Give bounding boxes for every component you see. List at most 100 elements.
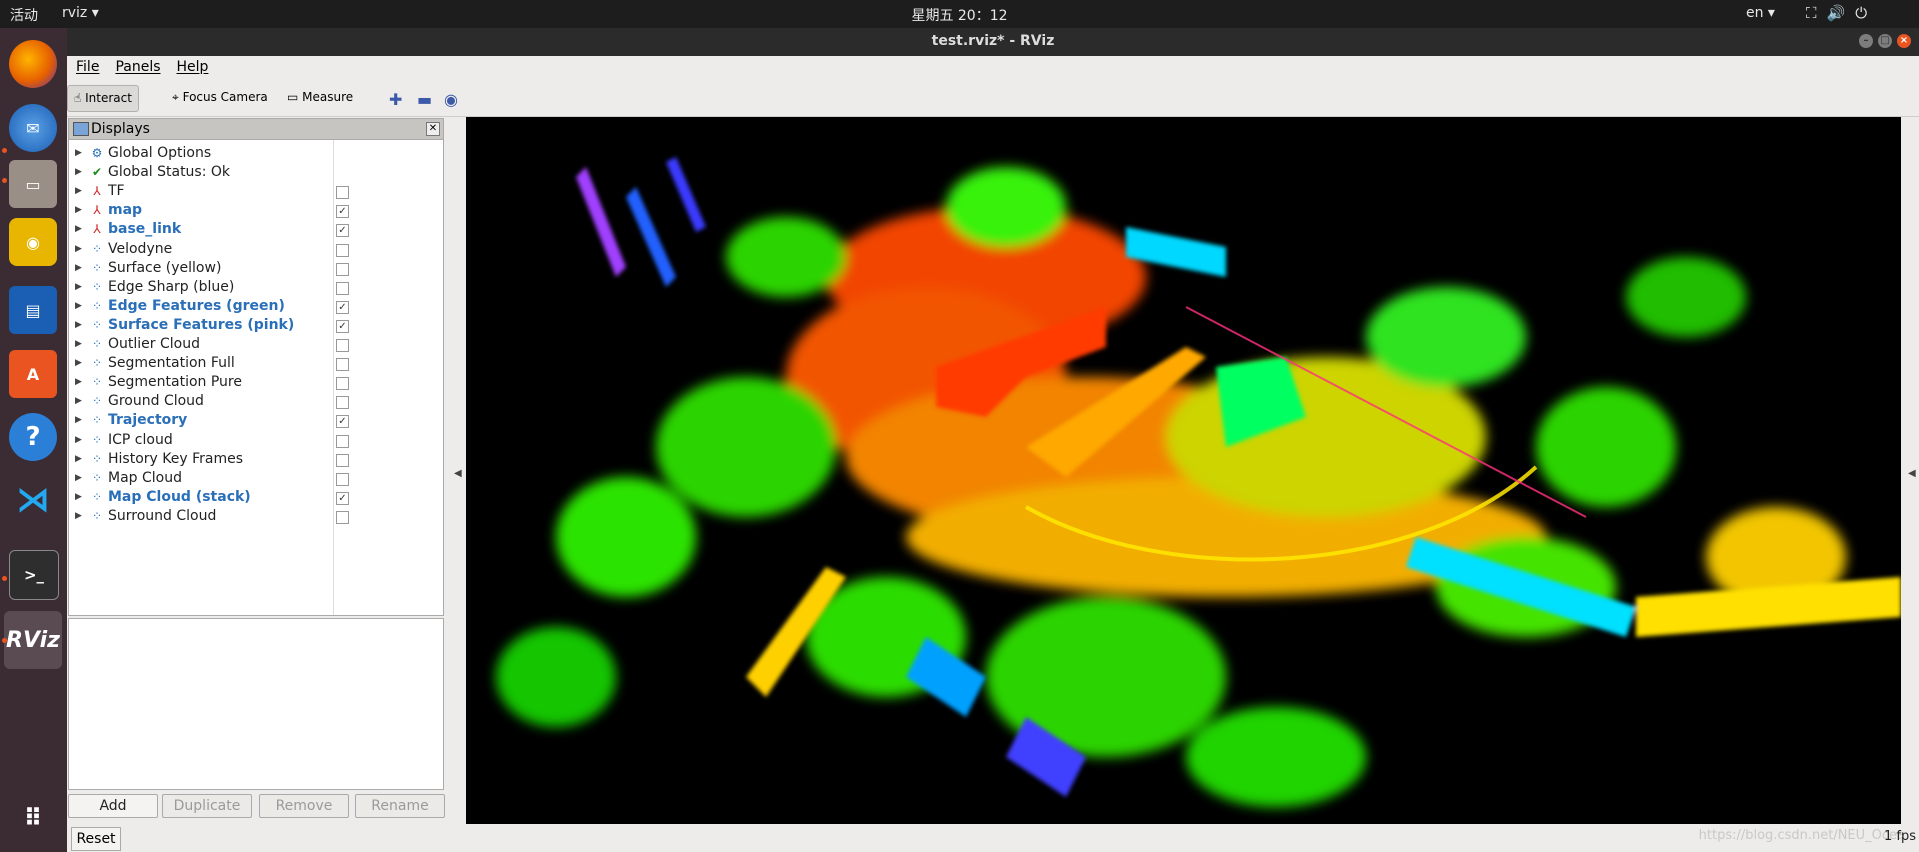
terminal-icon[interactable]: >_ [9,550,59,600]
display-enabled-checkbox[interactable] [336,510,349,524]
expand-arrow-icon[interactable]: ▶ [75,182,82,201]
menu-file[interactable]: File [67,56,106,75]
display-enabled-checkbox[interactable] [336,186,349,200]
display-item[interactable]: ▶ ⚙ Global Options [69,144,443,163]
expand-arrow-icon[interactable]: ▶ [75,220,82,239]
display-enabled-checkbox[interactable]: ✓ [336,300,349,314]
menu-panels[interactable]: Panels [106,56,167,75]
expand-arrow-icon[interactable]: ▶ [75,507,82,526]
view-menu-icon[interactable]: ◉ [444,90,458,109]
display-item[interactable]: ▶ ⅄ base_link ✓ [69,220,443,239]
display-item[interactable]: ▶ ⁘ Surface (yellow) [69,259,443,278]
display-item[interactable]: ▶ ⁘ Segmentation Pure [69,373,443,392]
menu-help[interactable]: Help [168,56,216,75]
collapse-left-handle[interactable]: ◀ [454,468,462,479]
expand-arrow-icon[interactable]: ▶ [75,316,82,335]
expand-arrow-icon[interactable]: ▶ [75,144,82,163]
display-item[interactable]: ▶ ⁘ Trajectory ✓ [69,411,443,430]
display-enabled-checkbox[interactable]: ✓ [336,415,349,429]
software-icon[interactable]: A [9,350,57,398]
display-item[interactable]: ▶ ⁘ Edge Features (green) ✓ [69,297,443,316]
expand-arrow-icon[interactable]: ▶ [75,411,82,430]
focus-camera-tool[interactable]: ⌖ Focus Camera [166,85,274,110]
collapse-right-handle[interactable]: ◀ [1908,468,1916,479]
language-menu[interactable]: en ▾ [1746,5,1775,21]
display-item[interactable]: ▶ ⁘ Velodyne [69,240,443,259]
files-icon[interactable]: ▭ [9,160,57,208]
writer-icon[interactable]: ▤ [9,286,57,334]
expand-arrow-icon[interactable]: ▶ [75,240,82,259]
expand-arrow-icon[interactable]: ▶ [75,354,82,373]
display-item-label: Edge Sharp (blue) [108,278,235,295]
clock[interactable]: 星期五 20：12 [0,5,1919,25]
expand-arrow-icon[interactable]: ▶ [75,259,82,278]
minimize-button[interactable]: – [1859,34,1873,48]
display-enabled-checkbox[interactable] [336,396,349,410]
reset-button[interactable]: Reset [71,827,121,851]
help-icon[interactable]: ? [9,413,57,461]
display-item[interactable]: ▶ ⁘ Surface Features (pink) ✓ [69,316,443,335]
close-button[interactable]: × [1897,34,1911,48]
system-tray[interactable]: ⛶🔊⏻ [1806,4,1877,22]
window-titlebar[interactable]: test.rviz* - RViz – □ × [67,28,1919,56]
display-enabled-checkbox[interactable] [336,358,349,372]
display-enabled-checkbox[interactable] [336,243,349,257]
3d-viewport[interactable] [466,117,1901,824]
expand-arrow-icon[interactable]: ▶ [75,469,82,488]
display-enabled-checkbox[interactable] [336,281,349,295]
expand-arrow-icon[interactable]: ▶ [75,201,82,220]
power-icon[interactable]: ⏻ [1855,4,1877,22]
displays-header: Displays ✕ [68,118,444,140]
network-icon[interactable]: ⛶ [1806,4,1827,22]
add-button[interactable]: Add [68,794,158,818]
display-item[interactable]: ▶ ⁘ Outlier Cloud [69,335,443,354]
expand-arrow-icon[interactable]: ▶ [75,163,82,182]
volume-icon[interactable]: 🔊 [1827,4,1856,22]
display-enabled-checkbox[interactable] [336,339,349,352]
display-enabled-checkbox[interactable]: ✓ [336,319,349,333]
display-item[interactable]: ▶ ⅄ TF [69,182,443,201]
display-enabled-checkbox[interactable]: ✓ [336,491,349,505]
vscode-icon[interactable]: ⋊ [9,476,57,524]
duplicate-button[interactable]: Duplicate [162,794,252,818]
expand-arrow-icon[interactable]: ▶ [75,431,82,450]
display-item[interactable]: ▶ ⁘ History Key Frames [69,450,443,469]
interact-tool[interactable]: ☝ Interact [67,85,139,112]
display-enabled-checkbox[interactable] [336,434,349,448]
display-item[interactable]: ▶ ✔ Global Status: Ok [69,163,443,182]
measure-tool[interactable]: ▭ Measure [281,85,359,110]
rhythmbox-icon[interactable]: ◉ [9,218,57,266]
display-item[interactable]: ▶ ⁘ Edge Sharp (blue) [69,278,443,297]
display-enabled-checkbox[interactable] [336,262,349,276]
add-tool-icon[interactable]: ✚ [389,90,402,109]
display-enabled-checkbox[interactable]: ✓ [336,205,349,219]
firefox-icon[interactable] [9,40,57,88]
display-item[interactable]: ▶ ⁘ ICP cloud [69,431,443,450]
rviz-icon[interactable]: RViz [4,611,62,669]
expand-arrow-icon[interactable]: ▶ [75,392,82,411]
thunderbird-icon[interactable]: ✉ [9,104,57,152]
pointcloud-icon: ⁘ [91,432,103,447]
expand-arrow-icon[interactable]: ▶ [75,488,82,507]
display-item[interactable]: ▶ ⁘ Map Cloud [69,469,443,488]
display-enabled-checkbox[interactable] [336,453,349,467]
expand-arrow-icon[interactable]: ▶ [75,297,82,316]
display-item[interactable]: ▶ ⁘ Segmentation Full [69,354,443,373]
display-item[interactable]: ▶ ⁘ Ground Cloud [69,392,443,411]
display-item[interactable]: ▶ ⁘ Map Cloud (stack) ✓ [69,488,443,507]
display-enabled-checkbox[interactable] [336,472,349,486]
remove-button[interactable]: Remove [259,794,349,818]
expand-arrow-icon[interactable]: ▶ [75,450,82,469]
expand-arrow-icon[interactable]: ▶ [75,278,82,297]
remove-tool-icon[interactable]: ▬ [417,90,432,109]
display-item[interactable]: ▶ ⅄ map ✓ [69,201,443,220]
expand-arrow-icon[interactable]: ▶ [75,335,82,354]
rename-button[interactable]: Rename [355,794,445,818]
display-item[interactable]: ▶ ⁘ Surround Cloud [69,507,443,526]
expand-arrow-icon[interactable]: ▶ [75,373,82,392]
close-panel-icon[interactable]: ✕ [426,122,440,136]
maximize-button[interactable]: □ [1878,34,1892,48]
display-enabled-checkbox[interactable]: ✓ [336,224,349,238]
display-enabled-checkbox[interactable] [336,377,349,391]
app-grid-icon[interactable]: ⠿ [9,794,57,842]
